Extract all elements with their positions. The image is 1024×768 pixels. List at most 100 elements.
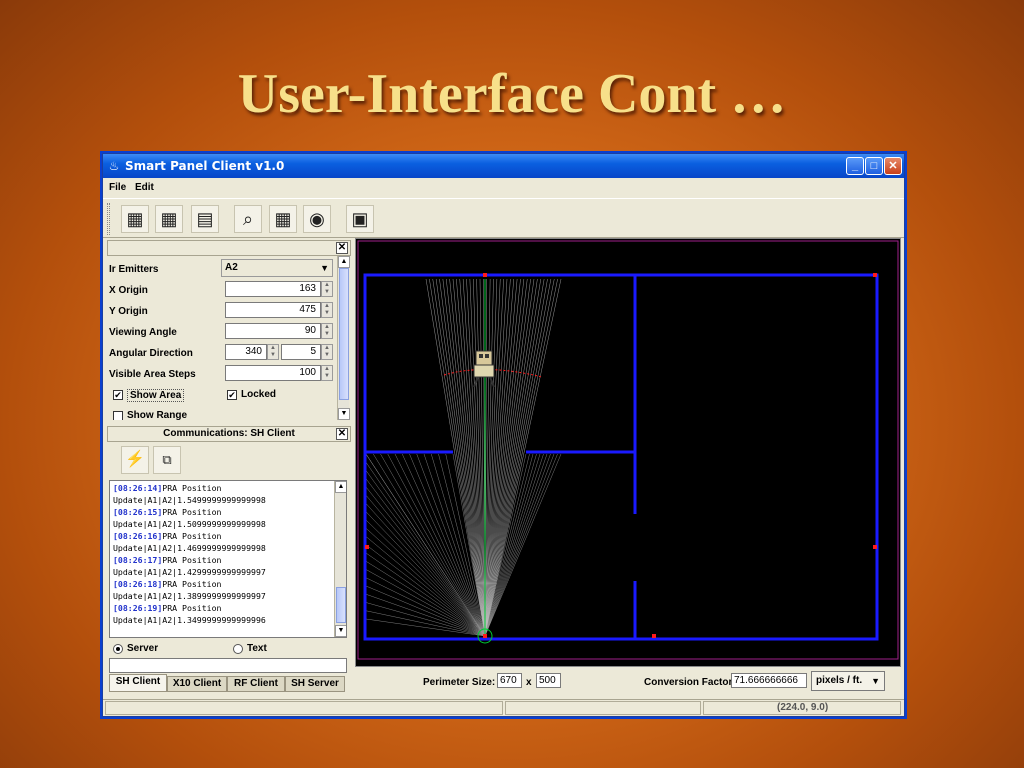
beam-line — [432, 278, 486, 637]
locked-checkbox[interactable]: ✔ — [227, 390, 237, 400]
beam-line — [380, 453, 486, 637]
delete-wall-icon[interactable]: ▦ — [155, 205, 183, 233]
y-origin-label: Y Origin — [109, 306, 148, 317]
viewing-angle-spinner[interactable]: ▲ ▼ — [321, 323, 333, 339]
close-button[interactable]: ✕ — [884, 157, 902, 175]
communications-close-button[interactable]: ✕ — [336, 428, 348, 440]
beam-line — [425, 278, 486, 637]
beam-line — [484, 278, 531, 637]
angular-direction-spinner-1[interactable]: ▲ ▼ — [267, 344, 279, 360]
properties-scrollbar[interactable]: ▲ ▼ — [337, 256, 350, 420]
outer-wall — [363, 273, 879, 641]
scroll-down-arrow[interactable]: ▼ — [338, 408, 350, 420]
comm-log[interactable]: [08:26:14]PRA Position Update|A1|A2|1.54… — [109, 480, 347, 638]
grid-icon[interactable]: ▦ — [269, 205, 297, 233]
beam-line — [365, 486, 486, 637]
conversion-factor-field[interactable]: 71.666666666 — [731, 673, 807, 688]
tab-rf-client[interactable]: RF Client — [227, 676, 285, 692]
floorplan-svg[interactable] — [356, 239, 900, 666]
y-origin-field[interactable]: 475 — [225, 302, 321, 318]
message-input[interactable] — [109, 658, 347, 673]
beam-line — [459, 278, 486, 637]
viewing-angle-field[interactable]: 90 — [225, 323, 321, 339]
beam-line — [484, 278, 545, 637]
beam-line — [484, 278, 562, 637]
network-icon[interactable]: ▣ — [346, 205, 374, 233]
x-origin-spinner[interactable]: ▲ ▼ — [321, 281, 333, 297]
clear-log-icon[interactable]: ⧉ — [153, 446, 181, 474]
visible-area-steps-field[interactable]: 100 — [225, 365, 321, 381]
client-tabs: SH Client X10 Client RF Client SH Server — [107, 674, 351, 692]
unit-select[interactable]: pixels / ft. ▼ — [811, 671, 885, 691]
log-line: Update|A1|A2|1.5499999999999998 — [113, 495, 266, 505]
server-label: Server — [127, 643, 159, 654]
angular-direction-field-1[interactable]: 340 — [225, 344, 267, 360]
add-panel-icon[interactable]: ▤ — [191, 205, 219, 233]
menu-file[interactable]: File — [109, 182, 126, 193]
emitter-icon[interactable]: ◉ — [303, 205, 331, 233]
x-origin-field[interactable]: 163 — [225, 281, 321, 297]
left-pane: ✕ Ir Emitters A2 ▼ X Origin 163 ▲ ▼ Y Ori… — [107, 240, 351, 692]
toolbar-grip[interactable] — [107, 203, 110, 235]
communications-title: Communications: SH Client — [163, 428, 295, 439]
scroll-up-arrow[interactable]: ▲ — [338, 256, 350, 268]
title-bar[interactable]: ♨ Smart Panel Client v1.0 _ □ ✕ — [103, 154, 904, 178]
emitter-beams — [365, 278, 562, 637]
perimeter-height-field[interactable]: 500 — [536, 673, 561, 688]
log-scrollbar[interactable]: ▲ ▼ — [334, 481, 346, 637]
tab-x10-client[interactable]: X10 Client — [167, 676, 227, 692]
show-area-checkbox[interactable]: ✔ — [113, 390, 123, 400]
status-segment — [105, 701, 503, 715]
beam-line — [429, 278, 486, 637]
maximize-button[interactable]: □ — [865, 157, 883, 175]
log-line: Update|A1|A2|1.4699999999999998 — [113, 543, 266, 553]
connect-icon[interactable]: ⚡ — [121, 446, 149, 474]
log-line: [08:26:18]PRA Position — [113, 579, 222, 589]
window-title: Smart Panel Client v1.0 — [125, 159, 285, 173]
menu-bar: File Edit — [103, 178, 904, 198]
tab-sh-client[interactable]: SH Client — [109, 674, 167, 692]
scroll-thumb[interactable] — [339, 268, 349, 400]
unit-value: pixels / ft. — [816, 675, 863, 686]
y-origin-spinner[interactable]: ▲ ▼ — [321, 302, 333, 318]
show-range-label: Show Range — [127, 410, 188, 420]
log-line: [08:26:17]PRA Position — [113, 555, 222, 565]
beam-line — [409, 453, 486, 637]
scroll-down-arrow[interactable]: ▼ — [335, 625, 346, 637]
add-wall-icon[interactable]: ▦ — [121, 205, 149, 233]
show-range-checkbox[interactable] — [113, 411, 123, 420]
beam-line — [416, 453, 486, 637]
menu-edit[interactable]: Edit — [135, 182, 154, 193]
status-bar: (224.0, 9.0) — [103, 699, 904, 716]
tab-sh-server[interactable]: SH Server — [285, 676, 345, 692]
visible-area-steps-spinner[interactable]: ▲ ▼ — [321, 365, 333, 381]
communications-header: Communications: SH Client ✕ — [107, 426, 351, 442]
scroll-up-arrow[interactable]: ▲ — [335, 481, 346, 493]
beam-line — [484, 453, 544, 637]
zoom-icon[interactable]: ⌕ — [234, 205, 262, 233]
text-label: Text — [247, 643, 267, 654]
beam-line — [365, 602, 486, 637]
chevron-down-icon: ▼ — [871, 676, 880, 686]
beam-line — [442, 278, 486, 637]
angular-direction-spinner-2[interactable]: ▲ ▼ — [321, 344, 333, 360]
server-radio[interactable] — [113, 644, 123, 654]
toolbar: ▦ ▦ ▤ ⌕ ▦ ◉ ▣ — [103, 198, 904, 238]
beam-line — [484, 278, 521, 637]
beam-line — [484, 453, 548, 637]
properties-panel: Ir Emitters A2 ▼ X Origin 163 ▲ ▼ Y Origi… — [107, 256, 351, 420]
angular-direction-field-2[interactable]: 5 — [281, 344, 321, 360]
properties-close-button[interactable]: ✕ — [336, 242, 348, 254]
marker — [873, 273, 877, 277]
comm-toolbar: ⚡ ⧉ — [109, 444, 349, 478]
minimize-button[interactable]: _ — [846, 157, 864, 175]
properties-header: ✕ — [107, 240, 351, 256]
ir-emitters-select[interactable]: A2 ▼ — [221, 259, 333, 277]
log-line: [08:26:19]PRA Position — [113, 603, 222, 613]
beam-line — [365, 561, 486, 637]
perimeter-width-field[interactable]: 670 — [497, 673, 522, 688]
text-radio[interactable] — [233, 644, 243, 654]
scroll-thumb[interactable] — [336, 587, 346, 623]
floorplan-canvas[interactable] — [355, 238, 901, 667]
beam-line — [365, 536, 486, 637]
